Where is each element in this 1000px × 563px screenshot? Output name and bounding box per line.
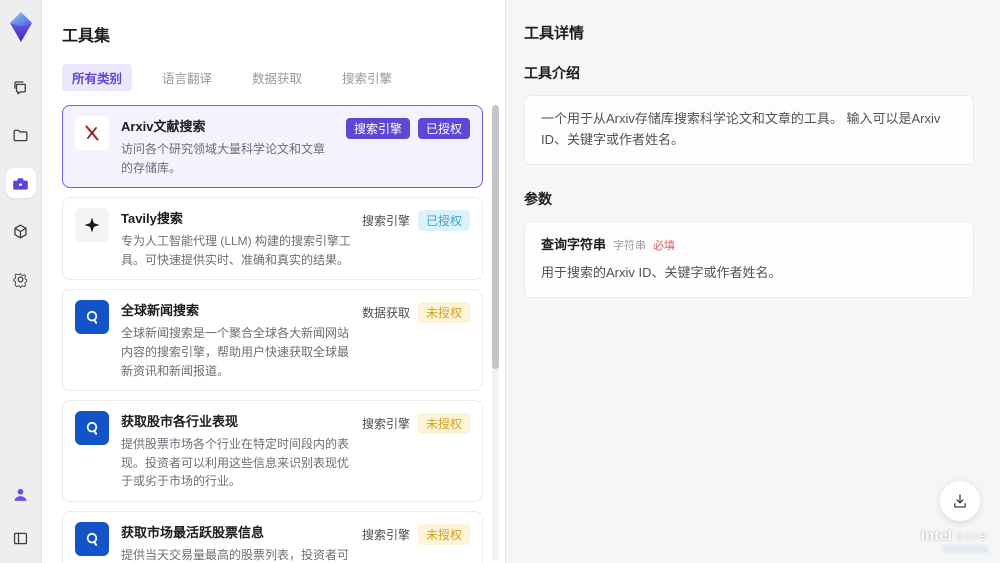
chat-icon — [14, 80, 26, 94]
tool-name: 获取市场最活跃股票信息 — [121, 524, 265, 540]
category-badge: 搜索引擎 — [345, 118, 410, 139]
download-button[interactable] — [940, 481, 980, 521]
core-logo-text: core — [956, 529, 988, 543]
tool-description: 专为人工智能代理 (LLM) 构建的搜索引擎工具。可快速提供实时、准确和真实的结… — [121, 234, 352, 267]
gem-logo-icon — [9, 12, 32, 42]
tool-list: Arxiv文献搜索 访问各个研究领域大量科学论文和文章的存储库。 搜索引擎 已授… — [62, 105, 505, 563]
status-badge: 已授权 — [417, 118, 470, 139]
tool-card-tavily[interactable]: Tavily搜索 专为人工智能代理 (LLM) 构建的搜索引擎工具。可快速提供实… — [62, 197, 483, 281]
tab-search-engine[interactable]: 搜索引擎 — [332, 64, 402, 91]
params-heading: 参数 — [524, 190, 552, 207]
cube-icon — [14, 224, 27, 238]
intel-logo-text: intel — [920, 527, 953, 543]
status-badge: 已授权 — [417, 210, 470, 232]
stock-search-icon — [75, 521, 109, 556]
tool-card-arxiv[interactable]: Arxiv文献搜索 访问各个研究领域大量科学论文和文章的存储库。 搜索引擎 已授… — [62, 105, 483, 189]
tool-name: 获取股市各行业表现 — [121, 414, 239, 430]
param-card: 查询字符串 字符串 必填 用于搜索的Arxiv ID、关键字或作者姓名。 — [524, 220, 974, 299]
left-sidebar — [0, 0, 42, 563]
tool-description: 访问各个研究领域大量科学论文和文章的存储库。 — [121, 142, 326, 175]
sidebar-item-chat[interactable] — [6, 72, 36, 102]
intro-heading: 工具介绍 — [524, 65, 580, 81]
tool-card-global-news[interactable]: 全球新闻搜索 全球新闻搜索是一个聚合全球各大新闻网站内容的搜索引擎，帮助用户快速… — [62, 289, 483, 392]
param-description: 用于搜索的Arxiv ID、关键字或作者姓名。 — [541, 265, 782, 281]
app-window: 工具集 所有类别 语言翻译 数据获取 搜索引擎 Arxiv文献搜索 访问各个研究… — [0, 0, 1000, 563]
processor-badge — [942, 545, 988, 553]
tool-name: Arxiv文献搜索 — [121, 119, 206, 134]
tab-language-translation[interactable]: 语言翻译 — [152, 64, 222, 91]
detail-title: 工具详情 — [524, 25, 585, 42]
tools-panel: 工具集 所有类别 语言翻译 数据获取 搜索引擎 Arxiv文献搜索 访问各个研究… — [42, 0, 505, 563]
tool-description: 提供当天交易量最高的股票列表，投资者可以利用这些信息来识别流动性强的股票和潜在的… — [121, 547, 350, 562]
tool-detail-panel: 工具详情 工具介绍 一个用于从Arxiv存储库搜索科学论文和文章的工具。 输入可… — [505, 0, 1000, 563]
page-title: 工具集 — [62, 28, 111, 45]
status-badge: 未授权 — [417, 302, 470, 324]
user-avatar[interactable] — [6, 479, 36, 509]
scrollbar-thumb[interactable] — [492, 105, 499, 370]
sidebar-item-files[interactable] — [6, 120, 36, 150]
sidebar-item-settings[interactable] — [6, 264, 36, 294]
tool-name: Tavily搜索 — [121, 211, 183, 227]
category-label: 搜索引擎 — [361, 214, 410, 229]
tavily-star-icon — [75, 208, 109, 243]
toolbox-icon — [13, 177, 28, 190]
tool-name: 全球新闻搜索 — [121, 303, 200, 319]
tool-card-active-stocks[interactable]: 获取市场最活跃股票信息 提供当天交易量最高的股票列表，投资者可以利用这些信息来识… — [62, 510, 483, 563]
tool-description: 全球新闻搜索是一个聚合全球各大新闻网站内容的搜索引擎，帮助用户快速获取全球最新资… — [121, 326, 350, 378]
panel-collapse-icon — [13, 532, 28, 544]
param-name: 查询字符串 — [541, 236, 607, 252]
category-label: 数据获取 — [361, 306, 410, 321]
intel-core-logo: intel core — [921, 528, 988, 553]
status-badge: 未授权 — [417, 523, 470, 545]
sidebar-item-models[interactable] — [6, 216, 36, 246]
folder-icon — [13, 129, 28, 141]
tool-description: 提供股票市场各个行业在特定时间段内的表现。投资者可以利用这些信息来识别表现优于或… — [121, 437, 350, 489]
stock-search-icon — [75, 411, 109, 446]
tab-data-acquisition[interactable]: 数据获取 — [242, 64, 312, 91]
intro-text-box: 一个用于从Arxiv存储库搜索科学论文和文章的工具。 输入可以是Arxiv ID… — [524, 95, 974, 165]
tab-all-categories[interactable]: 所有类别 — [62, 64, 133, 91]
avatar-user-icon — [14, 488, 27, 501]
category-label: 搜索引擎 — [361, 527, 410, 542]
download-icon — [954, 494, 966, 508]
news-search-icon — [75, 300, 109, 335]
category-tabs: 所有类别 语言翻译 数据获取 搜索引擎 — [62, 64, 505, 91]
settings-icon — [13, 272, 28, 288]
collapse-sidebar-button[interactable] — [6, 523, 36, 553]
list-scrollbar — [492, 105, 499, 561]
param-type: 字符串 — [613, 239, 647, 252]
category-label: 搜索引擎 — [361, 417, 410, 432]
sidebar-item-tools[interactable] — [5, 168, 36, 198]
arxiv-icon — [75, 116, 109, 150]
tool-card-stock-sectors[interactable]: 获取股市各行业表现 提供股票市场各个行业在特定时间段内的表现。投资者可以利用这些… — [62, 400, 483, 502]
param-required-badge: 必填 — [653, 239, 676, 252]
status-badge: 未授权 — [417, 413, 470, 435]
